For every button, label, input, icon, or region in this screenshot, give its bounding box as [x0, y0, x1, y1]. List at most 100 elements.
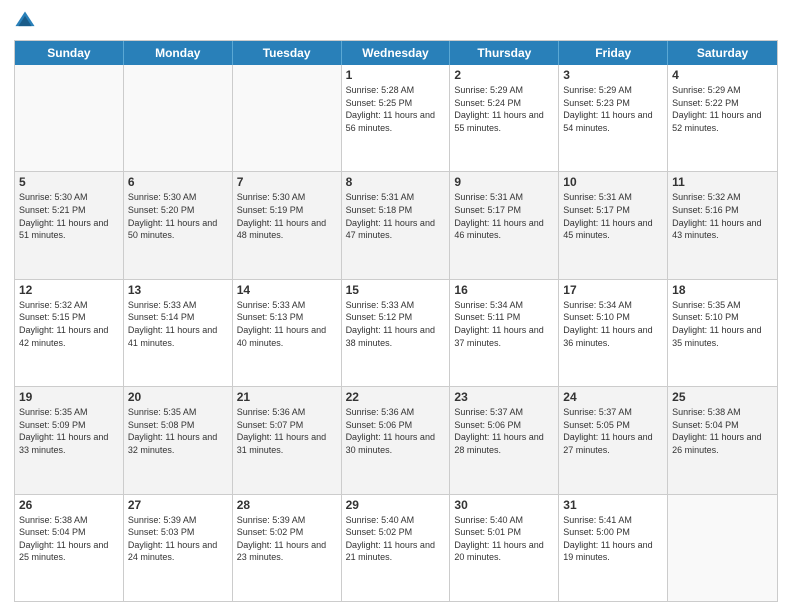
day-info: Sunrise: 5:39 AMSunset: 5:03 PMDaylight:… — [128, 514, 228, 564]
day-number: 20 — [128, 390, 228, 404]
day-number: 1 — [346, 68, 446, 82]
calendar-empty-cell — [233, 65, 342, 171]
calendar-day-16: 16Sunrise: 5:34 AMSunset: 5:11 PMDayligh… — [450, 280, 559, 386]
day-info: Sunrise: 5:38 AMSunset: 5:04 PMDaylight:… — [19, 514, 119, 564]
day-info: Sunrise: 5:29 AMSunset: 5:23 PMDaylight:… — [563, 84, 663, 134]
calendar-day-4: 4 Sunrise: 5:29 AMSunset: 5:22 PMDaylight… — [668, 65, 777, 171]
day-number: 9 — [454, 175, 554, 189]
calendar-day-8: 8 Sunrise: 5:31 AMSunset: 5:18 PMDaylight… — [342, 172, 451, 278]
day-number: 19 — [19, 390, 119, 404]
calendar-day-24: 24 Sunrise: 5:37 AMSunset: 5:05 PMDayligh… — [559, 387, 668, 493]
day-number: 12 — [19, 283, 119, 297]
day-number: 6 — [128, 175, 228, 189]
day-header-tuesday: Tuesday — [233, 41, 342, 65]
day-info: Sunrise: 5:35 AMSunset: 5:09 PMDaylight:… — [19, 406, 119, 456]
day-info: Sunrise: 5:29 AMSunset: 5:22 PMDaylight:… — [672, 84, 773, 134]
day-info: Sunrise: 5:39 AMSunset: 5:02 PMDaylight:… — [237, 514, 337, 564]
day-header-monday: Monday — [124, 41, 233, 65]
day-number: 3 — [563, 68, 663, 82]
day-number: 30 — [454, 498, 554, 512]
day-header-saturday: Saturday — [668, 41, 777, 65]
day-number: 5 — [19, 175, 119, 189]
calendar-day-1: 1Sunrise: 5:28 AMSunset: 5:25 PMDaylight… — [342, 65, 451, 171]
calendar-day-7: 7Sunrise: 5:30 AMSunset: 5:19 PMDaylight… — [233, 172, 342, 278]
calendar-day-12: 12 Sunrise: 5:32 AMSunset: 5:15 PMDayligh… — [15, 280, 124, 386]
logo — [14, 10, 40, 32]
day-number: 13 — [128, 283, 228, 297]
day-number: 4 — [672, 68, 773, 82]
day-info: Sunrise: 5:41 AMSunset: 5:00 PMDaylight:… — [563, 514, 663, 564]
day-number: 27 — [128, 498, 228, 512]
calendar-day-6: 6 Sunrise: 5:30 AMSunset: 5:20 PMDaylight… — [124, 172, 233, 278]
calendar: SundayMondayTuesdayWednesdayThursdayFrid… — [14, 40, 778, 602]
day-number: 23 — [454, 390, 554, 404]
day-number: 26 — [19, 498, 119, 512]
day-info: Sunrise: 5:36 AMSunset: 5:06 PMDaylight:… — [346, 406, 446, 456]
calendar-day-9: 9 Sunrise: 5:31 AMSunset: 5:17 PMDaylight… — [450, 172, 559, 278]
calendar-day-13: 13 Sunrise: 5:33 AMSunset: 5:14 PMDayligh… — [124, 280, 233, 386]
day-info: Sunrise: 5:37 AMSunset: 5:05 PMDaylight:… — [563, 406, 663, 456]
calendar-row-3: 12 Sunrise: 5:32 AMSunset: 5:15 PMDayligh… — [15, 279, 777, 386]
day-info: Sunrise: 5:34 AMSunset: 5:10 PMDaylight:… — [563, 299, 663, 349]
day-number: 25 — [672, 390, 773, 404]
day-info: Sunrise: 5:30 AMSunset: 5:20 PMDaylight:… — [128, 191, 228, 241]
day-number: 28 — [237, 498, 337, 512]
calendar-day-18: 18 Sunrise: 5:35 AMSunset: 5:10 PMDayligh… — [668, 280, 777, 386]
logo-icon — [14, 10, 36, 32]
calendar-day-3: 3 Sunrise: 5:29 AMSunset: 5:23 PMDaylight… — [559, 65, 668, 171]
calendar-day-30: 30Sunrise: 5:40 AMSunset: 5:01 PMDayligh… — [450, 495, 559, 601]
day-info: Sunrise: 5:33 AMSunset: 5:13 PMDaylight:… — [237, 299, 337, 349]
day-number: 31 — [563, 498, 663, 512]
day-info: Sunrise: 5:38 AMSunset: 5:04 PMDaylight:… — [672, 406, 773, 456]
calendar-day-5: 5 Sunrise: 5:30 AMSunset: 5:21 PMDaylight… — [15, 172, 124, 278]
day-number: 15 — [346, 283, 446, 297]
calendar-day-19: 19 Sunrise: 5:35 AMSunset: 5:09 PMDayligh… — [15, 387, 124, 493]
day-info: Sunrise: 5:29 AMSunset: 5:24 PMDaylight:… — [454, 84, 554, 134]
day-number: 22 — [346, 390, 446, 404]
day-info: Sunrise: 5:30 AMSunset: 5:21 PMDaylight:… — [19, 191, 119, 241]
calendar-row-2: 5 Sunrise: 5:30 AMSunset: 5:21 PMDaylight… — [15, 171, 777, 278]
calendar-day-23: 23Sunrise: 5:37 AMSunset: 5:06 PMDayligh… — [450, 387, 559, 493]
day-number: 10 — [563, 175, 663, 189]
day-number: 16 — [454, 283, 554, 297]
day-info: Sunrise: 5:33 AMSunset: 5:14 PMDaylight:… — [128, 299, 228, 349]
day-info: Sunrise: 5:40 AMSunset: 5:02 PMDaylight:… — [346, 514, 446, 564]
calendar-row-1: 1Sunrise: 5:28 AMSunset: 5:25 PMDaylight… — [15, 65, 777, 171]
day-info: Sunrise: 5:33 AMSunset: 5:12 PMDaylight:… — [346, 299, 446, 349]
day-number: 21 — [237, 390, 337, 404]
day-number: 14 — [237, 283, 337, 297]
calendar-row-5: 26 Sunrise: 5:38 AMSunset: 5:04 PMDayligh… — [15, 494, 777, 601]
day-number: 8 — [346, 175, 446, 189]
calendar-day-14: 14 Sunrise: 5:33 AMSunset: 5:13 PMDayligh… — [233, 280, 342, 386]
day-number: 17 — [563, 283, 663, 297]
day-info: Sunrise: 5:30 AMSunset: 5:19 PMDaylight:… — [237, 191, 337, 241]
calendar-day-2: 2Sunrise: 5:29 AMSunset: 5:24 PMDaylight… — [450, 65, 559, 171]
page-container: SundayMondayTuesdayWednesdayThursdayFrid… — [0, 0, 792, 612]
calendar-day-10: 10 Sunrise: 5:31 AMSunset: 5:17 PMDayligh… — [559, 172, 668, 278]
day-info: Sunrise: 5:31 AMSunset: 5:18 PMDaylight:… — [346, 191, 446, 241]
calendar-day-31: 31 Sunrise: 5:41 AMSunset: 5:00 PMDayligh… — [559, 495, 668, 601]
calendar-day-20: 20 Sunrise: 5:35 AMSunset: 5:08 PMDayligh… — [124, 387, 233, 493]
calendar-day-29: 29Sunrise: 5:40 AMSunset: 5:02 PMDayligh… — [342, 495, 451, 601]
calendar-body: 1Sunrise: 5:28 AMSunset: 5:25 PMDaylight… — [15, 65, 777, 601]
day-header-thursday: Thursday — [450, 41, 559, 65]
day-info: Sunrise: 5:31 AMSunset: 5:17 PMDaylight:… — [454, 191, 554, 241]
day-number: 18 — [672, 283, 773, 297]
day-info: Sunrise: 5:32 AMSunset: 5:15 PMDaylight:… — [19, 299, 119, 349]
calendar-empty-cell — [15, 65, 124, 171]
calendar-header: SundayMondayTuesdayWednesdayThursdayFrid… — [15, 41, 777, 65]
calendar-day-21: 21 Sunrise: 5:36 AMSunset: 5:07 PMDayligh… — [233, 387, 342, 493]
day-header-wednesday: Wednesday — [342, 41, 451, 65]
calendar-empty-cell — [124, 65, 233, 171]
calendar-day-28: 28 Sunrise: 5:39 AMSunset: 5:02 PMDayligh… — [233, 495, 342, 601]
day-info: Sunrise: 5:35 AMSunset: 5:08 PMDaylight:… — [128, 406, 228, 456]
calendar-day-11: 11Sunrise: 5:32 AMSunset: 5:16 PMDayligh… — [668, 172, 777, 278]
day-number: 24 — [563, 390, 663, 404]
calendar-row-4: 19 Sunrise: 5:35 AMSunset: 5:09 PMDayligh… — [15, 386, 777, 493]
header — [14, 10, 778, 32]
day-info: Sunrise: 5:31 AMSunset: 5:17 PMDaylight:… — [563, 191, 663, 241]
day-info: Sunrise: 5:36 AMSunset: 5:07 PMDaylight:… — [237, 406, 337, 456]
day-info: Sunrise: 5:35 AMSunset: 5:10 PMDaylight:… — [672, 299, 773, 349]
calendar-day-26: 26 Sunrise: 5:38 AMSunset: 5:04 PMDayligh… — [15, 495, 124, 601]
calendar-day-15: 15 Sunrise: 5:33 AMSunset: 5:12 PMDayligh… — [342, 280, 451, 386]
